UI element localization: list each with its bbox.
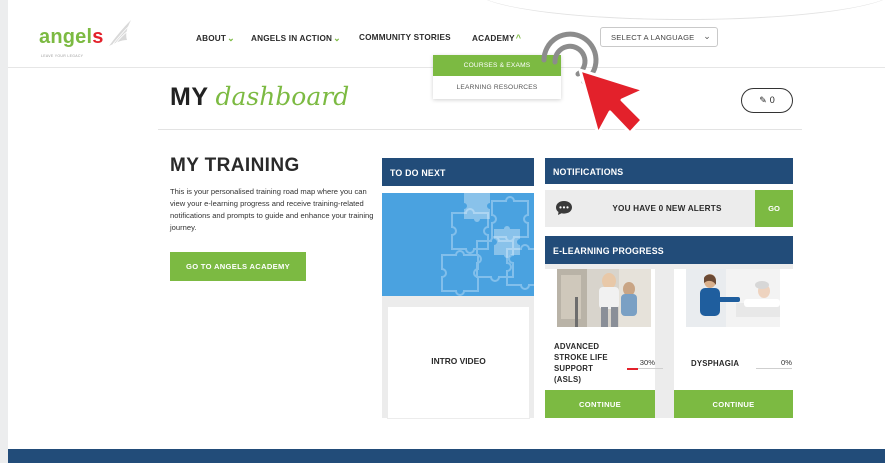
nav-item-academy[interactable]: ACADEMY^ — [472, 33, 521, 43]
site-footer — [8, 449, 885, 463]
course-percent-dysphagia: 0% — [781, 358, 792, 367]
header-decorative-arc — [475, 0, 885, 20]
chat-bubble-icon — [556, 201, 572, 215]
course-card-asls: ADVANCED STROKE LIFE SUPPORT (ASLS) 30% … — [545, 269, 663, 418]
nav-item-community-stories[interactable]: COMMUNITY STORIES — [359, 33, 451, 42]
todo-heading: TO DO NEXT — [382, 158, 534, 186]
continue-button-dysphagia[interactable]: CONTINUE — [674, 390, 793, 418]
go-to-academy-button[interactable]: GO TO ANGELS ACADEMY — [170, 252, 306, 281]
logo-tagline: LEAVE YOUR LEGACY — [41, 54, 84, 58]
my-training-heading: MY TRAINING — [170, 155, 300, 176]
chevron-down-icon: ⌄ — [227, 33, 235, 43]
page-frame: angels LEAVE YOUR LEGACY ABOUT⌄ ANGELS I… — [8, 0, 885, 463]
page-title: MY dashboard — [170, 82, 350, 111]
chevron-up-icon: ^ — [515, 33, 522, 43]
chevron-down-icon: ⌄ — [333, 33, 341, 43]
elearning-heading: E-LEARNING PROGRESS — [545, 236, 793, 264]
course-name-dysphagia: DYSPHAGIA — [691, 359, 740, 368]
puzzle-banner-image — [382, 193, 534, 296]
asls-course-image — [557, 269, 651, 327]
title-divider — [158, 129, 802, 130]
dysphagia-course-image — [686, 269, 780, 327]
course-card-dysphagia: DYSPHAGIA 0% CONTINUE — [674, 269, 793, 418]
notifications-message: YOU HAVE 0 NEW ALERTS — [612, 204, 722, 213]
my-training-description: This is your personalised training road … — [170, 187, 374, 232]
nav-item-about[interactable]: ABOUT⌄ — [196, 33, 235, 44]
progress-fill-asls — [627, 367, 638, 370]
nav-item-angels-in-action[interactable]: ANGELS IN ACTION⌄ — [251, 33, 341, 44]
logo-text: angels — [39, 26, 104, 48]
click-cursor-icon — [541, 31, 646, 136]
progress-bar-asls — [627, 367, 663, 370]
points-badge[interactable]: ✎ 0 — [741, 88, 793, 113]
course-percent-asls: 30% — [639, 358, 655, 367]
angels-logo[interactable]: angels LEAVE YOUR LEGACY — [39, 20, 131, 64]
notifications-heading: NOTIFICATIONS — [545, 158, 793, 184]
course-name-asls: ADVANCED STROKE LIFE SUPPORT (ASLS) — [554, 342, 608, 384]
intro-video-label: INTRO VIDEO — [431, 356, 486, 366]
puzzle-pattern — [441, 193, 534, 296]
progress-bar-dysphagia — [756, 368, 792, 369]
chevron-down-icon: ⌄ — [703, 31, 711, 41]
continue-button-asls[interactable]: CONTINUE — [545, 390, 655, 418]
feather-icon: ✎ — [759, 95, 767, 105]
wing-icon — [109, 20, 131, 46]
notifications-go-button[interactable]: GO — [755, 190, 793, 227]
